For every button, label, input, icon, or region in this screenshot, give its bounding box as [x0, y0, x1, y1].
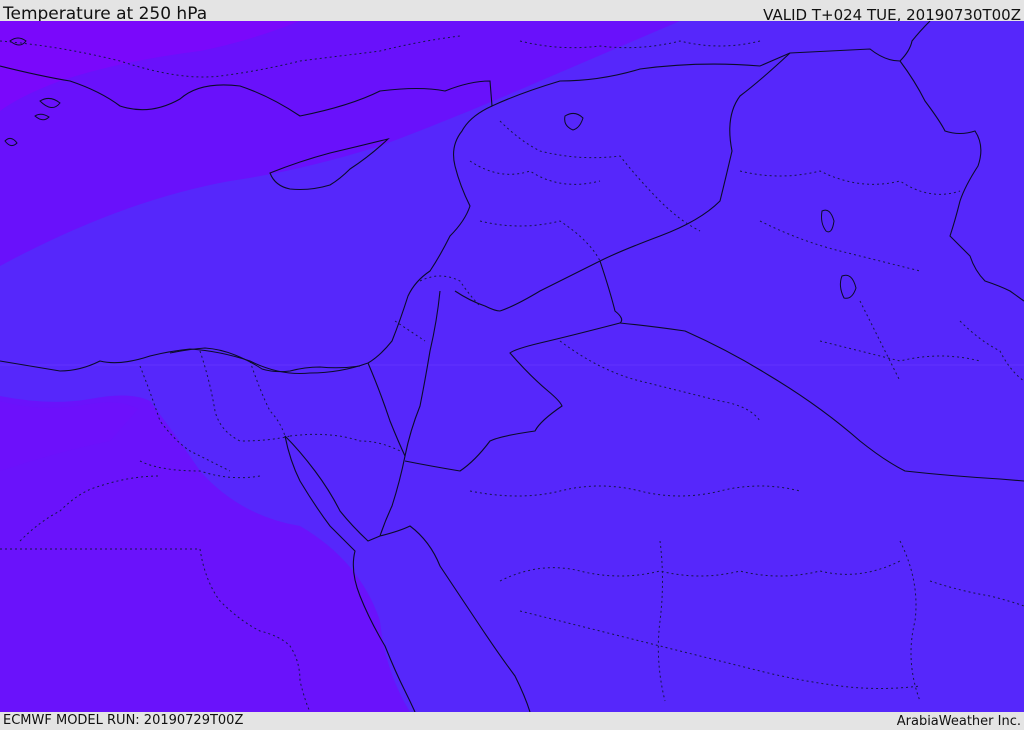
bottom-bar: ECMWF MODEL RUN: 20190729T00Z ArabiaWeat… — [0, 712, 1024, 729]
temperature-map — [0, 21, 1024, 712]
map-area — [0, 21, 1024, 712]
credit-label: ArabiaWeather Inc. — [896, 714, 1021, 729]
model-run-label: ECMWF MODEL RUN: 20190729T00Z — [3, 713, 244, 728]
top-bar: Temperature at 250 hPa VALID T+024 TUE, … — [0, 0, 1024, 24]
